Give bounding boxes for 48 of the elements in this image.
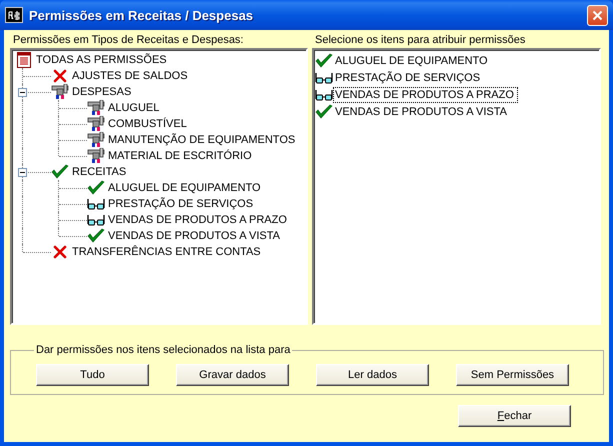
cross-icon	[53, 245, 67, 259]
permission-button[interactable]: Sem Permissões	[456, 364, 569, 386]
glasses-icon	[87, 197, 105, 211]
list-item[interactable]: VENDAS DE PRODUTOS A PRAZO	[333, 86, 518, 102]
checkmark-icon	[87, 228, 105, 244]
tree-item[interactable]: ALUGUEL DE EQUIPAMENTO	[108, 182, 261, 194]
collapse-toggle[interactable]	[18, 88, 27, 96]
permission-button[interactable]: Tudo	[36, 364, 149, 386]
list-item[interactable]: ALUGUEL DE EQUIPAMENTO	[333, 52, 492, 68]
document-icon	[17, 52, 31, 68]
group-caption: Dar permissões nos itens selecionados na lista para	[35, 344, 292, 356]
checkmark-icon	[315, 104, 333, 120]
close-button[interactable]	[587, 4, 608, 26]
tree-item[interactable]: VENDAS DE PRODUTOS A VISTA	[108, 230, 280, 242]
tree-item[interactable]: COMBUSTÍVEL	[108, 118, 187, 130]
checkmark-icon	[315, 52, 333, 68]
window-title: Permissões em Receitas / Despesas	[29, 8, 254, 22]
faucet-icon	[87, 148, 105, 164]
list-item[interactable]: VENDAS DE PRODUTOS A VISTA	[333, 104, 511, 120]
permission-button[interactable]: Gravar dados	[176, 364, 289, 386]
tree-item[interactable]: VENDAS DE PRODUTOS A PRAZO	[108, 214, 287, 226]
permission-button[interactable]: Ler dados	[316, 364, 429, 386]
tree-item[interactable]: MATERIAL DE ESCRITÓRIO	[108, 150, 252, 162]
tree-item[interactable]: RECEITAS	[72, 166, 126, 178]
glasses-icon	[315, 88, 333, 102]
glasses-icon	[315, 70, 333, 84]
faucet-icon	[51, 84, 69, 100]
close-icon	[592, 10, 603, 20]
faucet-icon	[87, 132, 105, 148]
app-icon	[5, 7, 23, 23]
tree-item[interactable]: PRESTAÇÃO DE SERVIÇOS	[108, 198, 254, 210]
close-dialog-button[interactable]: Fechar	[458, 405, 571, 427]
tree-item[interactable]: TODAS AS PERMISSÕES	[36, 54, 167, 66]
tree-item[interactable]: AJUSTES DE SALDOS	[72, 70, 188, 82]
checkmark-icon	[87, 180, 105, 196]
faucet-icon	[87, 100, 105, 116]
glasses-icon	[87, 213, 105, 227]
list-item[interactable]: PRESTAÇÃO DE SERVIÇOS	[333, 70, 484, 86]
tree-item[interactable]: DESPESAS	[72, 86, 132, 98]
collapse-toggle[interactable]	[18, 168, 27, 176]
tree-item[interactable]: MANUTENÇÃO DE EQUIPAMENTOS	[108, 134, 296, 146]
panel-caption: Permissões em Tipos de Receitas e Despesas:	[12, 34, 244, 48]
faucet-icon	[87, 116, 105, 132]
cross-icon	[53, 69, 67, 83]
checkmark-icon	[51, 164, 69, 180]
tree-item[interactable]: ALUGUEL	[108, 102, 160, 114]
panel-caption: Selecione os itens para atribuir permissões	[314, 34, 526, 48]
tree-item[interactable]: TRANSFERÊNCIAS ENTRE CONTAS	[72, 246, 261, 258]
